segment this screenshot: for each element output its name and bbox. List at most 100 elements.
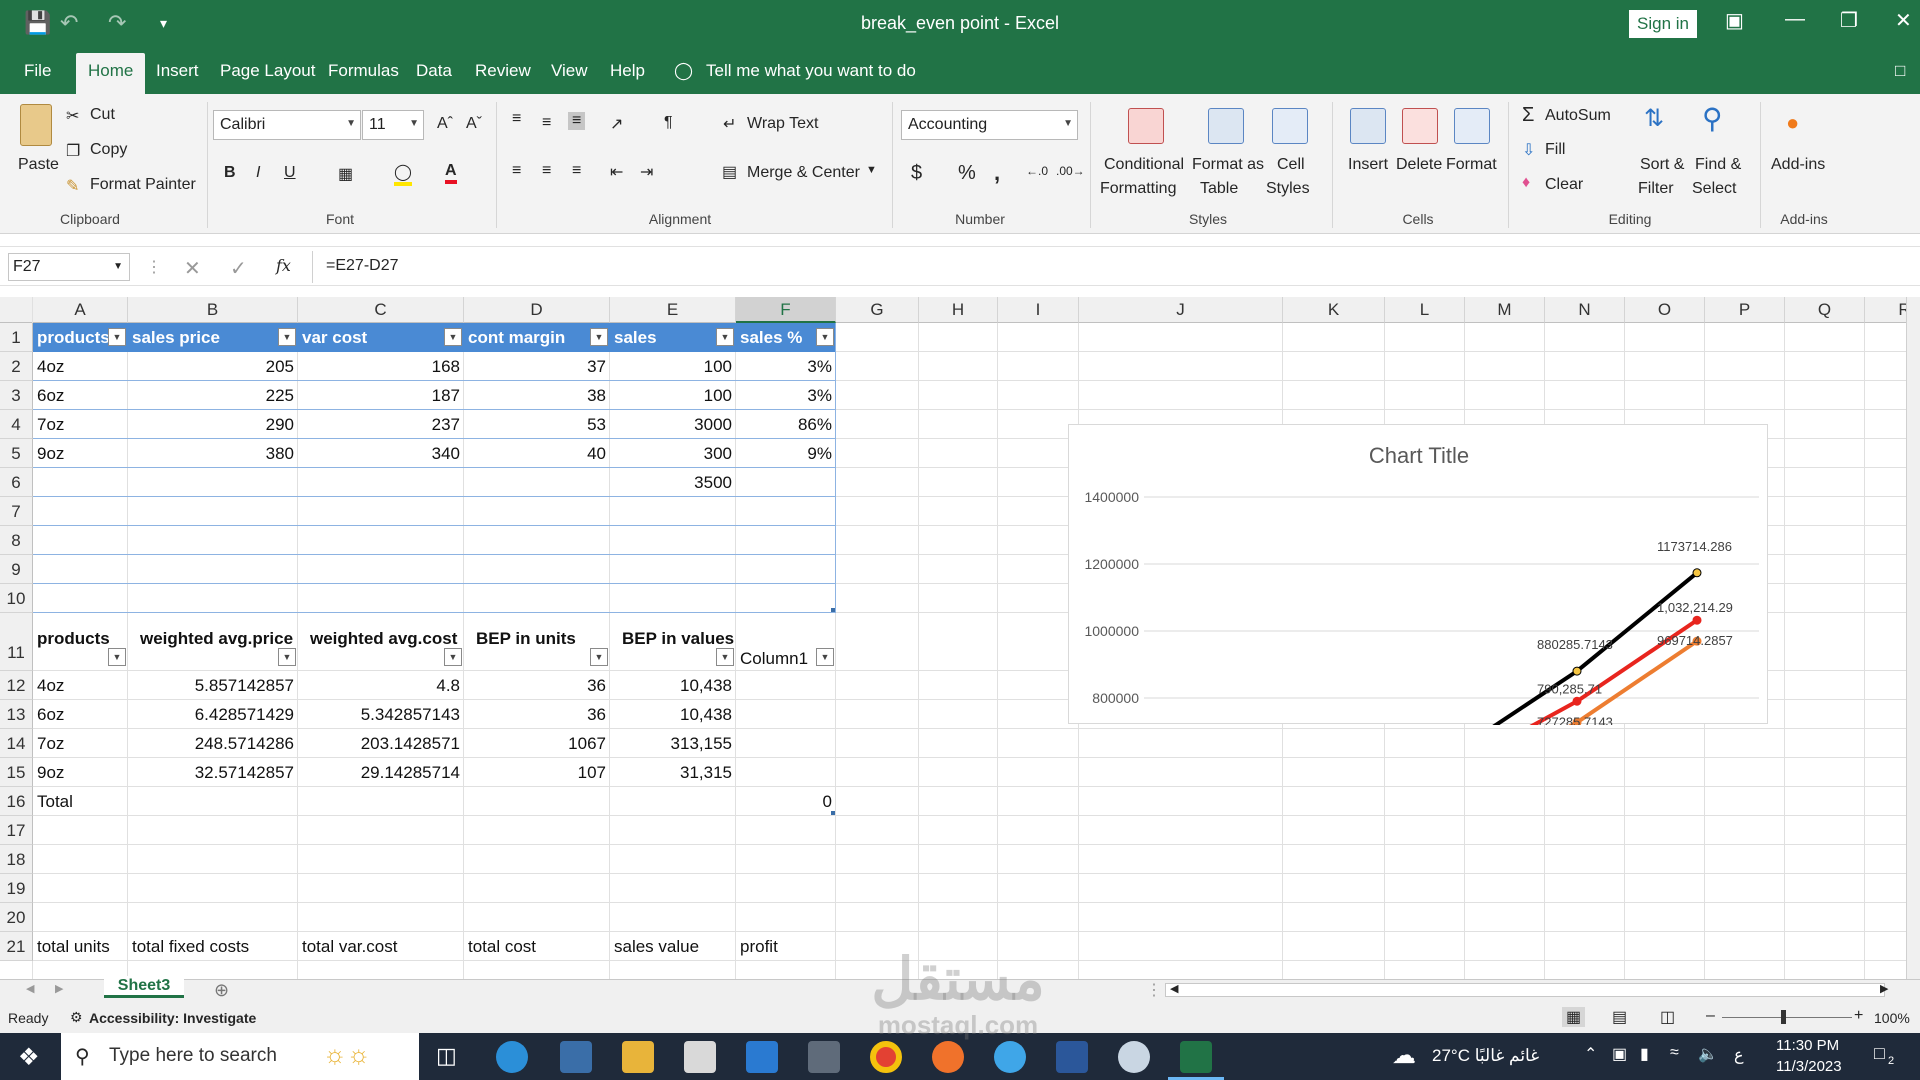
table1-cell[interactable]: 53	[468, 415, 606, 435]
percent-button[interactable]: %	[958, 162, 976, 185]
column-header-a[interactable]: A	[33, 297, 128, 323]
autosum-button[interactable]: AutoSum	[1545, 107, 1611, 125]
column-header-b[interactable]: B	[128, 297, 298, 323]
table1-header-3[interactable]: cont margin	[464, 328, 610, 348]
filter-dropdown-icon[interactable]: ▼	[816, 328, 834, 346]
borders-icon[interactable]: ▦	[338, 164, 353, 184]
taskbar-search[interactable]: ⚲ Type here to search ☼☼	[61, 1033, 419, 1080]
chart-point[interactable]	[1572, 696, 1582, 706]
align-top-icon[interactable]: ≡	[512, 110, 521, 128]
currency-button[interactable]: $	[911, 162, 922, 185]
align-right-icon[interactable]: ≡	[572, 162, 581, 180]
merge-center-button[interactable]: Merge & Center	[747, 164, 860, 182]
word-icon[interactable]	[1056, 1041, 1088, 1073]
increase-decimal-icon[interactable]: ←.0	[1026, 164, 1048, 178]
row21-header-cell[interactable]: profit	[740, 937, 832, 957]
row21-header-cell[interactable]: total cost	[468, 937, 606, 957]
filter-dropdown-icon[interactable]: ▼	[108, 328, 126, 346]
table2-cell[interactable]: 1067	[468, 734, 606, 754]
table2-cell[interactable]: 248.5714286	[132, 734, 294, 754]
table1-cell[interactable]: 205	[132, 357, 294, 377]
row-header-14[interactable]: 14	[0, 729, 33, 758]
chrome-icon[interactable]	[870, 1041, 902, 1073]
show-hidden-icons[interactable]: ⌃	[1584, 1044, 1597, 1064]
font-size-select[interactable]: 11 ▼	[362, 110, 424, 140]
row-header-5[interactable]: 5	[0, 439, 33, 468]
menu-formulas[interactable]: Formulas	[328, 61, 399, 81]
table2-cell[interactable]: 32.57142857	[132, 763, 294, 783]
decrease-indent-icon[interactable]: ⇤	[610, 162, 623, 182]
column-header-h[interactable]: H	[919, 297, 998, 323]
wrap-text-button[interactable]: Wrap Text	[747, 115, 818, 133]
increase-indent-icon[interactable]: ⇥	[640, 162, 653, 182]
zoom-in-icon[interactable]: +	[1854, 1007, 1863, 1025]
weather-text[interactable]: 27°C غائم غالبًا	[1432, 1046, 1539, 1066]
cell-styles-line1[interactable]: Cell	[1277, 156, 1305, 174]
filter-dropdown-icon[interactable]: ▼	[444, 648, 462, 666]
table1-cell[interactable]: 7oz	[37, 415, 124, 435]
cancel-icon[interactable]: ✕	[184, 256, 201, 281]
paste-button[interactable]: Paste	[18, 156, 59, 174]
number-format-select[interactable]: Accounting ▼	[901, 110, 1078, 140]
row-header-16[interactable]: 16	[0, 787, 33, 816]
table2-header-4[interactable]: BEP in values	[622, 629, 740, 649]
copy-button[interactable]: Copy	[90, 141, 127, 159]
table1-cell[interactable]: 3%	[740, 386, 832, 406]
edge-icon[interactable]	[496, 1041, 528, 1073]
filter-dropdown-icon[interactable]: ▼	[444, 328, 462, 346]
table2-total-value[interactable]: 0	[740, 792, 832, 812]
font-color-icon[interactable]: A	[445, 162, 457, 184]
row-header-20[interactable]: 20	[0, 903, 33, 932]
table2-cell[interactable]: 4oz	[37, 676, 124, 696]
ribbon-display-icon[interactable]: ▣	[1725, 8, 1744, 33]
menu-file[interactable]: File	[24, 61, 51, 81]
restore-icon[interactable]: ❐	[1840, 8, 1858, 33]
row21-header-cell[interactable]: sales value	[614, 937, 732, 957]
zoom-level[interactable]: 100%	[1874, 1010, 1910, 1026]
comma-button[interactable]: ,	[994, 160, 1000, 186]
accessibility-status[interactable]: Accessibility: Investigate	[89, 1010, 256, 1026]
row-header-10[interactable]: 10	[0, 584, 33, 613]
horizontal-scrollbar[interactable]	[1165, 983, 1885, 997]
column-header-f[interactable]: F	[736, 297, 836, 323]
table2-cell[interactable]: 36	[468, 705, 606, 725]
page-break-view-icon[interactable]: ◫	[1660, 1007, 1675, 1027]
menu-insert[interactable]: Insert	[156, 61, 199, 81]
formula-input[interactable]: =E27-D27	[326, 257, 399, 275]
paint-icon[interactable]	[1118, 1041, 1150, 1073]
chart-point[interactable]	[1572, 666, 1582, 676]
tell-me-search[interactable]: Tell me what you want to do	[706, 61, 916, 81]
table1-cell[interactable]: 3%	[740, 357, 832, 377]
zoom-out-icon[interactable]: –	[1706, 1007, 1715, 1025]
bold-button[interactable]: B	[224, 164, 236, 182]
table2-cell[interactable]: 5.342857143	[302, 705, 460, 725]
filter-dropdown-icon[interactable]: ▼	[716, 648, 734, 666]
sign-in-button[interactable]: Sign in	[1629, 10, 1697, 38]
next-sheet-icon[interactable]: ▶	[55, 982, 63, 995]
table2-cell[interactable]: 6.428571429	[132, 705, 294, 725]
sort-filter-line2[interactable]: Filter	[1638, 180, 1674, 198]
comments-icon[interactable]: □	[1895, 61, 1905, 81]
table1-cell[interactable]: 3000	[614, 415, 732, 435]
row21-header-cell[interactable]: total var.cost	[302, 937, 460, 957]
mail-icon[interactable]	[746, 1041, 778, 1073]
table1-cell[interactable]: 9%	[740, 444, 832, 464]
close-icon[interactable]: ✕	[1895, 8, 1912, 33]
format-button[interactable]: Format	[1446, 156, 1497, 174]
row-header-18[interactable]: 18	[0, 845, 33, 874]
row-header-3[interactable]: 3	[0, 381, 33, 410]
table1-cell[interactable]: 225	[132, 386, 294, 406]
align-middle-icon[interactable]: ≡	[542, 114, 551, 132]
table1-cell[interactable]: 300	[614, 444, 732, 464]
merge-dropdown-icon[interactable]: ▼	[866, 164, 877, 176]
table1-sales-total[interactable]: 3500	[614, 473, 732, 493]
table1-cell[interactable]: 9oz	[37, 444, 124, 464]
column-header-q[interactable]: Q	[1785, 297, 1865, 323]
filter-dropdown-icon[interactable]: ▼	[590, 328, 608, 346]
table2-cell[interactable]: 313,155	[614, 734, 732, 754]
prev-sheet-icon[interactable]: ◀	[26, 982, 34, 995]
format-painter-button[interactable]: Format Painter	[90, 176, 196, 194]
table2-cell[interactable]: 31,315	[614, 763, 732, 783]
row-header-8[interactable]: 8	[0, 526, 33, 555]
column-header-o[interactable]: O	[1625, 297, 1705, 323]
